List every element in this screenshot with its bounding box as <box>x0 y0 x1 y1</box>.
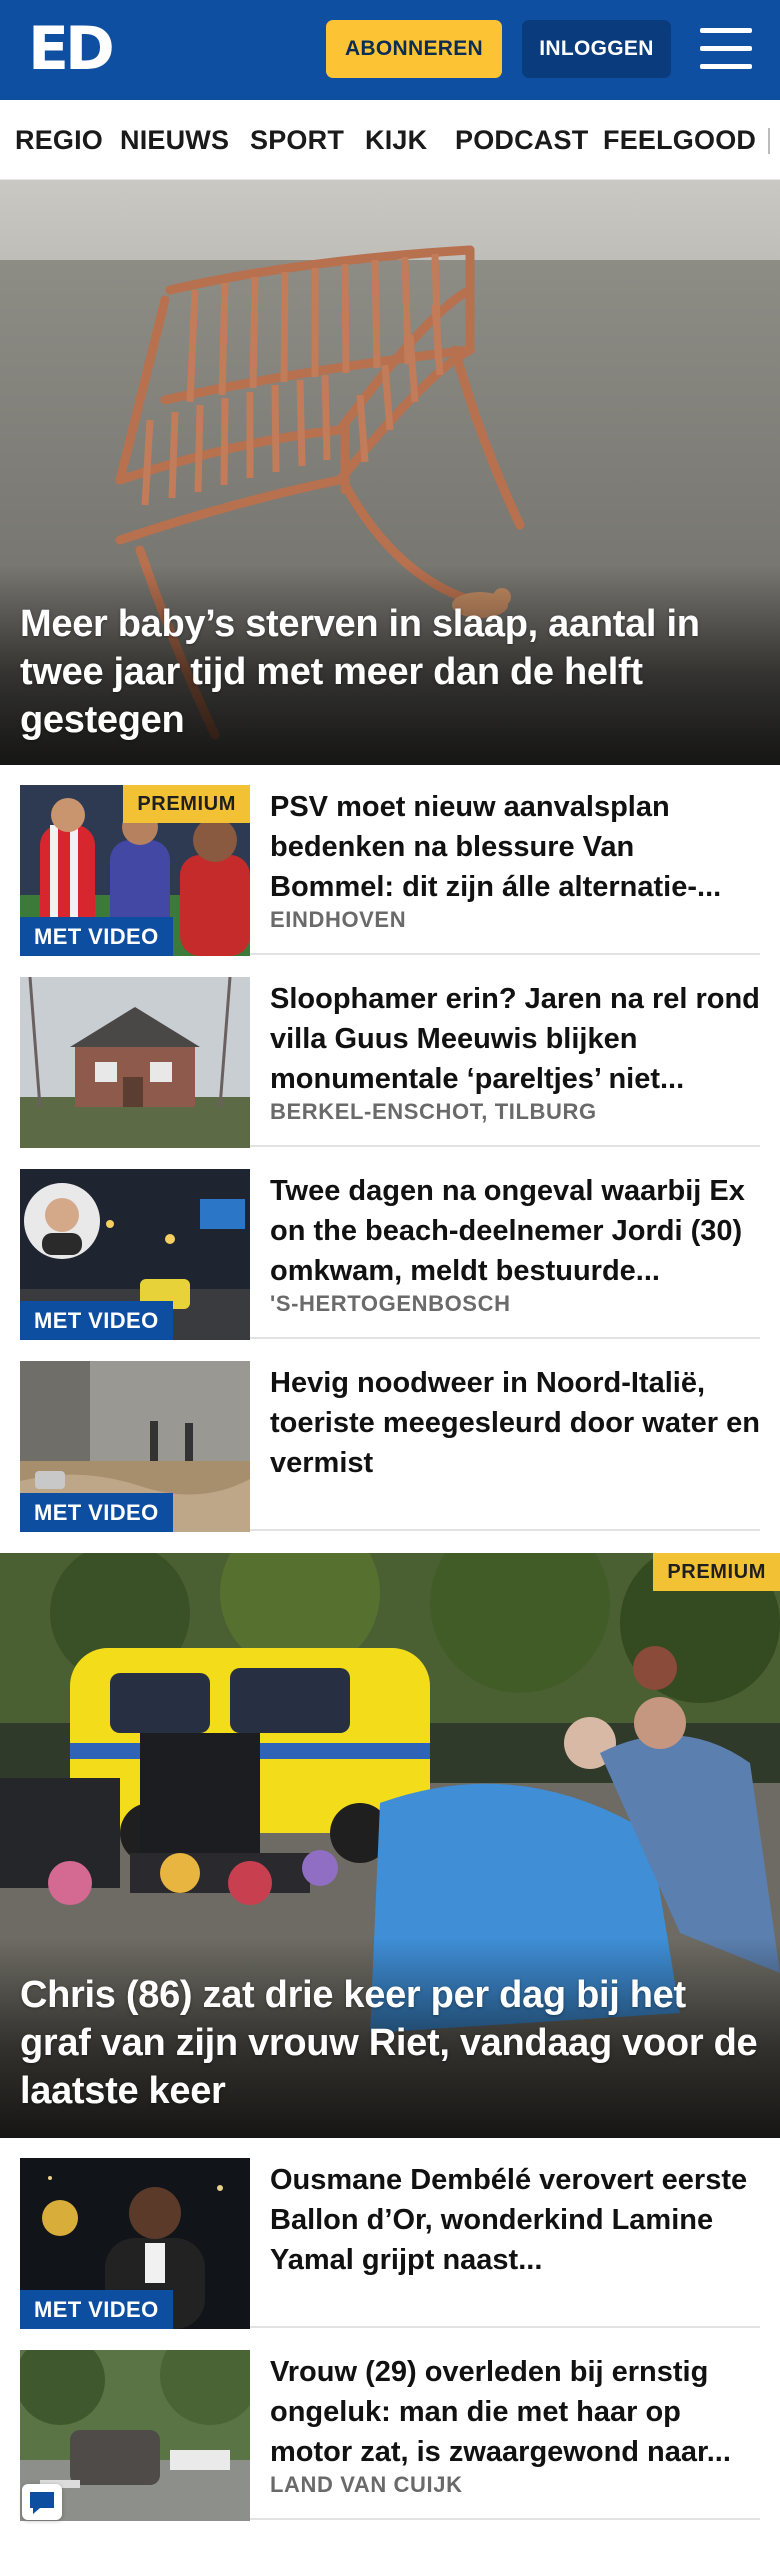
hero-story-1[interactable]: Meer baby’s sterven in slaap, aantal in … <box>0 180 780 765</box>
article-title[interactable]: Twee dagen na ongeval waarbij Ex on the … <box>270 1171 760 1291</box>
article-item-ballondor[interactable]: MET VIDEO Ousmane Dembélé verovert eerst… <box>20 2138 760 2329</box>
article-item-ongeval[interactable]: MET VIDEO Twee dagen na ongeval waarbij … <box>20 1149 760 1340</box>
ed-logo[interactable]: ED <box>28 18 118 80</box>
thumbnail-villa <box>20 977 250 1148</box>
chat-feedback-button[interactable] <box>22 2484 62 2520</box>
hamburger-menu-icon[interactable] <box>700 28 752 70</box>
article-location: BERKEL-ENSCHOT, TILBURG <box>270 1099 597 1124</box>
login-button[interactable]: INLOGGEN <box>522 20 671 78</box>
article-location: LAND VAN CUIJK <box>270 2472 463 2497</box>
premium-badge: PREMIUM <box>653 1553 780 1591</box>
premium-badge: PREMIUM <box>123 785 250 823</box>
menu-line <box>700 64 752 69</box>
article-title[interactable]: Hevig noodweer in Noord-Italië, toeriste… <box>270 1363 760 1483</box>
video-badge: MET VIDEO <box>20 1301 173 1340</box>
article-location: EINDHOVEN <box>270 907 407 932</box>
menu-line <box>700 28 752 33</box>
nav-overflow-divider <box>768 128 770 154</box>
article-title[interactable]: PSV moet nieuw aanvalsplan bedenken na b… <box>270 787 760 907</box>
hero-headline[interactable]: Meer baby’s sterven in slaap, aantal in … <box>20 600 758 744</box>
nav-item-sport[interactable]: SPORT <box>250 100 344 179</box>
article-item-villa[interactable]: Sloophamer erin? Jaren na rel rond villa… <box>20 957 760 1148</box>
article-item-psv[interactable]: PREMIUM MET VIDEO PSV moet nieuw aanvals… <box>20 765 760 956</box>
hero-story-2[interactable]: PREMIUM Chris (86) zat drie keer per dag… <box>0 1553 780 2138</box>
thumbnail-image-house <box>20 977 250 1148</box>
nav-item-podcast[interactable]: PODCAST <box>455 100 588 179</box>
subscribe-button[interactable]: ABONNEREN <box>326 20 502 78</box>
nav-item-kijk[interactable]: KIJK <box>365 100 427 179</box>
thumbnail-noodweer: MET VIDEO <box>20 1361 250 1532</box>
video-badge: MET VIDEO <box>20 917 173 956</box>
article-title[interactable]: Sloophamer erin? Jaren na rel rond villa… <box>270 979 760 1099</box>
nav-item-nieuws[interactable]: NIEUWS <box>120 100 229 179</box>
top-header: ED ABONNEREN INLOGGEN <box>0 0 780 100</box>
menu-line <box>700 46 752 51</box>
nav-item-regio[interactable]: REGIO <box>15 100 103 179</box>
thumbnail-ongeval: MET VIDEO <box>20 1169 250 1340</box>
nav-item-feelgood[interactable]: FEELGOOD <box>603 100 756 179</box>
article-item-motorongeluk[interactable]: Vrouw (29) overleden bij ernstig ongeluk… <box>20 2330 760 2521</box>
chat-bubble-icon <box>30 2492 54 2514</box>
video-badge: MET VIDEO <box>20 2290 173 2329</box>
article-item-noodweer[interactable]: MET VIDEO Hevig noodweer in Noord-Italië… <box>20 1341 760 1532</box>
thumbnail-psv: PREMIUM MET VIDEO <box>20 785 250 956</box>
thumbnail-ballondor: MET VIDEO <box>20 2158 250 2329</box>
hero-headline[interactable]: Chris (86) zat drie keer per dag bij het… <box>20 1971 758 2115</box>
article-location: 'S-HERTOGENBOSCH <box>270 1291 511 1316</box>
section-nav: REGIO NIEUWS SPORT KIJK PODCAST FEELGOOD <box>0 100 780 180</box>
video-badge: MET VIDEO <box>20 1493 173 1532</box>
article-title[interactable]: Vrouw (29) overleden bij ernstig ongeluk… <box>270 2352 760 2472</box>
article-title[interactable]: Ousmane Dembélé verovert eerste Ballon d… <box>270 2160 760 2280</box>
